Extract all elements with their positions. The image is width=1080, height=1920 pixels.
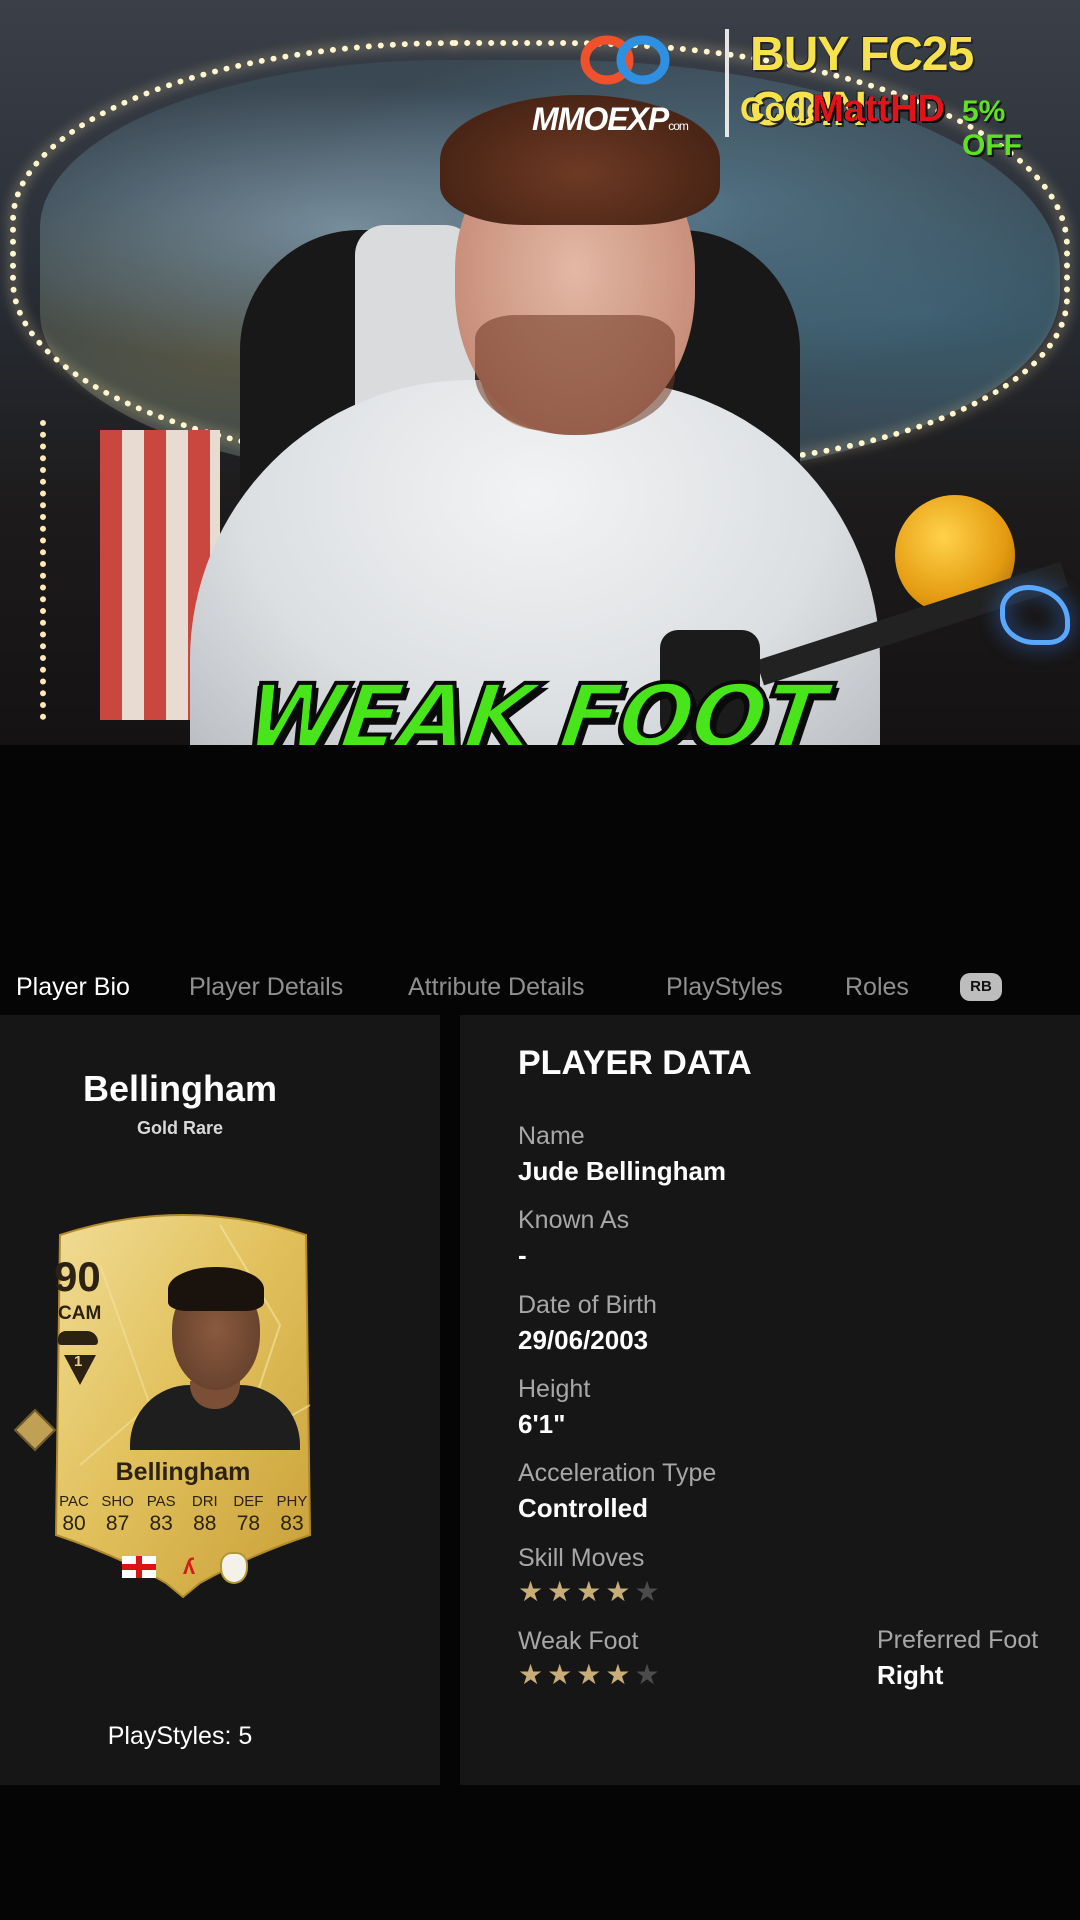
ad-brand: MMOEXPcom [532,101,689,138]
card-rarity: Gold Rare [136,1118,224,1138]
stat-pac: PAC 80 [54,1493,94,1536]
stat-pas: PAS 83 [141,1493,181,1536]
ad-code: MattHD [812,88,945,130]
acceleration-label: Acceleration Type [518,1459,717,1487]
tab-attribute-details[interactable]: Attribute Details [408,973,584,1002]
card-rating: 90 [54,1253,101,1300]
dob-value: 29/06/2003 [518,1325,649,1355]
star-filled-icon: ★ [518,1659,544,1690]
boot-icon [58,1331,98,1345]
stat-value: 83 [280,1512,304,1535]
card-position: CAM [58,1303,102,1324]
card-player-name: Bellingham [115,1458,251,1486]
playstyles-count: PlayStyles: 5 [107,1722,253,1750]
star-empty-icon: ★ [634,1659,660,1690]
tab-roles[interactable]: Roles [845,973,909,1002]
star-empty-icon: ★ [634,1576,660,1607]
sponsor-ad: MMOEXPcom BUY FC25 COIN Code MattHD 5% O… [530,25,1070,162]
video-frame: MMOEXPcom BUY FC25 COIN Code MattHD 5% O… [0,0,1080,1920]
star-filled-icon: ★ [605,1576,631,1607]
stat-def: DEF 78 [228,1493,268,1536]
preferred-foot-label: Preferred Foot [877,1626,1039,1654]
player-card[interactable]: 90 CAM 1 Bellingham PAC 80 SHO 87 PAS 83 [13,1205,326,1600]
star-filled-icon: ★ [547,1659,573,1690]
name-value: Jude Bellingham [518,1156,727,1186]
dob-label: Date of Birth [518,1291,657,1319]
stat-sho: SHO 87 [98,1493,138,1536]
rb-button-icon[interactable]: RB [960,973,1002,1001]
skill-moves-stars: ★ ★ ★ ★ ★ [518,1578,660,1606]
weak-foot-stars: ★ ★ ★ ★ ★ [518,1661,660,1689]
stat-label: PHY [276,1493,308,1510]
bio-tabs: Player Bio Player Details Attribute Deta… [0,955,1080,1015]
webcam-feed: MMOEXPcom BUY FC25 COIN Code MattHD 5% O… [0,0,1080,745]
streamer-beard [475,315,675,435]
star-filled-icon: ★ [605,1659,631,1690]
stat-label: DRI [191,1493,218,1510]
card-title: Bellingham [82,1068,278,1109]
player-photo-hair [168,1267,264,1311]
name-label: Name [518,1122,585,1150]
skill-moves-label: Skill Moves [518,1544,645,1572]
stat-value: 83 [149,1512,173,1535]
star-filled-icon: ★ [518,1576,544,1607]
player-data-title: PLAYER DATA [518,1044,752,1082]
video-caption: WEAK FOOT [238,663,832,745]
weak-foot-label: Weak Foot [518,1627,639,1655]
height-label: Height [518,1375,591,1403]
known-as-value: - [518,1240,527,1270]
stat-value: 80 [62,1512,86,1535]
ad-discount: 5% OFF [962,95,1022,162]
tab-playstyles[interactable]: PlayStyles [666,973,783,1002]
stat-label: PAC [59,1493,89,1510]
player-photo [120,1255,300,1450]
tab-player-bio[interactable]: Player Bio [16,973,130,1002]
stat-label: PAS [146,1493,176,1510]
stat-value: 78 [236,1512,261,1535]
known-as-label: Known As [518,1206,630,1234]
evolution-level: 1 [74,1353,83,1370]
star-filled-icon: ★ [576,1659,602,1690]
stat-phy: PHY 83 [272,1493,312,1536]
card-stats: PAC 80 SHO 87 PAS 83 DRI 88 DEF 78 PHY 8… [54,1493,312,1536]
ad-divider [725,29,729,137]
card-badges: ʎ [120,1552,260,1584]
stat-label: SHO [101,1493,134,1510]
ad-brand-name: MMOEXP [532,101,669,137]
laliga-badge-icon: ʎ [182,1554,196,1579]
stat-dri: DRI 88 [185,1493,225,1536]
preferred-foot-value: Right [877,1660,944,1690]
star-filled-icon: ★ [576,1576,602,1607]
england-flag-icon [122,1556,156,1578]
stat-value: 87 [105,1512,130,1535]
stat-value: 88 [193,1512,217,1535]
neon-sign [1000,585,1070,645]
ad-brand-suffix: com [668,119,689,133]
tab-player-details[interactable]: Player Details [189,973,343,1002]
real-madrid-crest-icon [220,1552,248,1584]
stat-label: DEF [233,1493,264,1510]
height-value: 6'1" [518,1409,566,1439]
infinity-logo-icon [580,35,670,85]
acceleration-value: Controlled [518,1493,648,1523]
star-filled-icon: ★ [547,1576,573,1607]
